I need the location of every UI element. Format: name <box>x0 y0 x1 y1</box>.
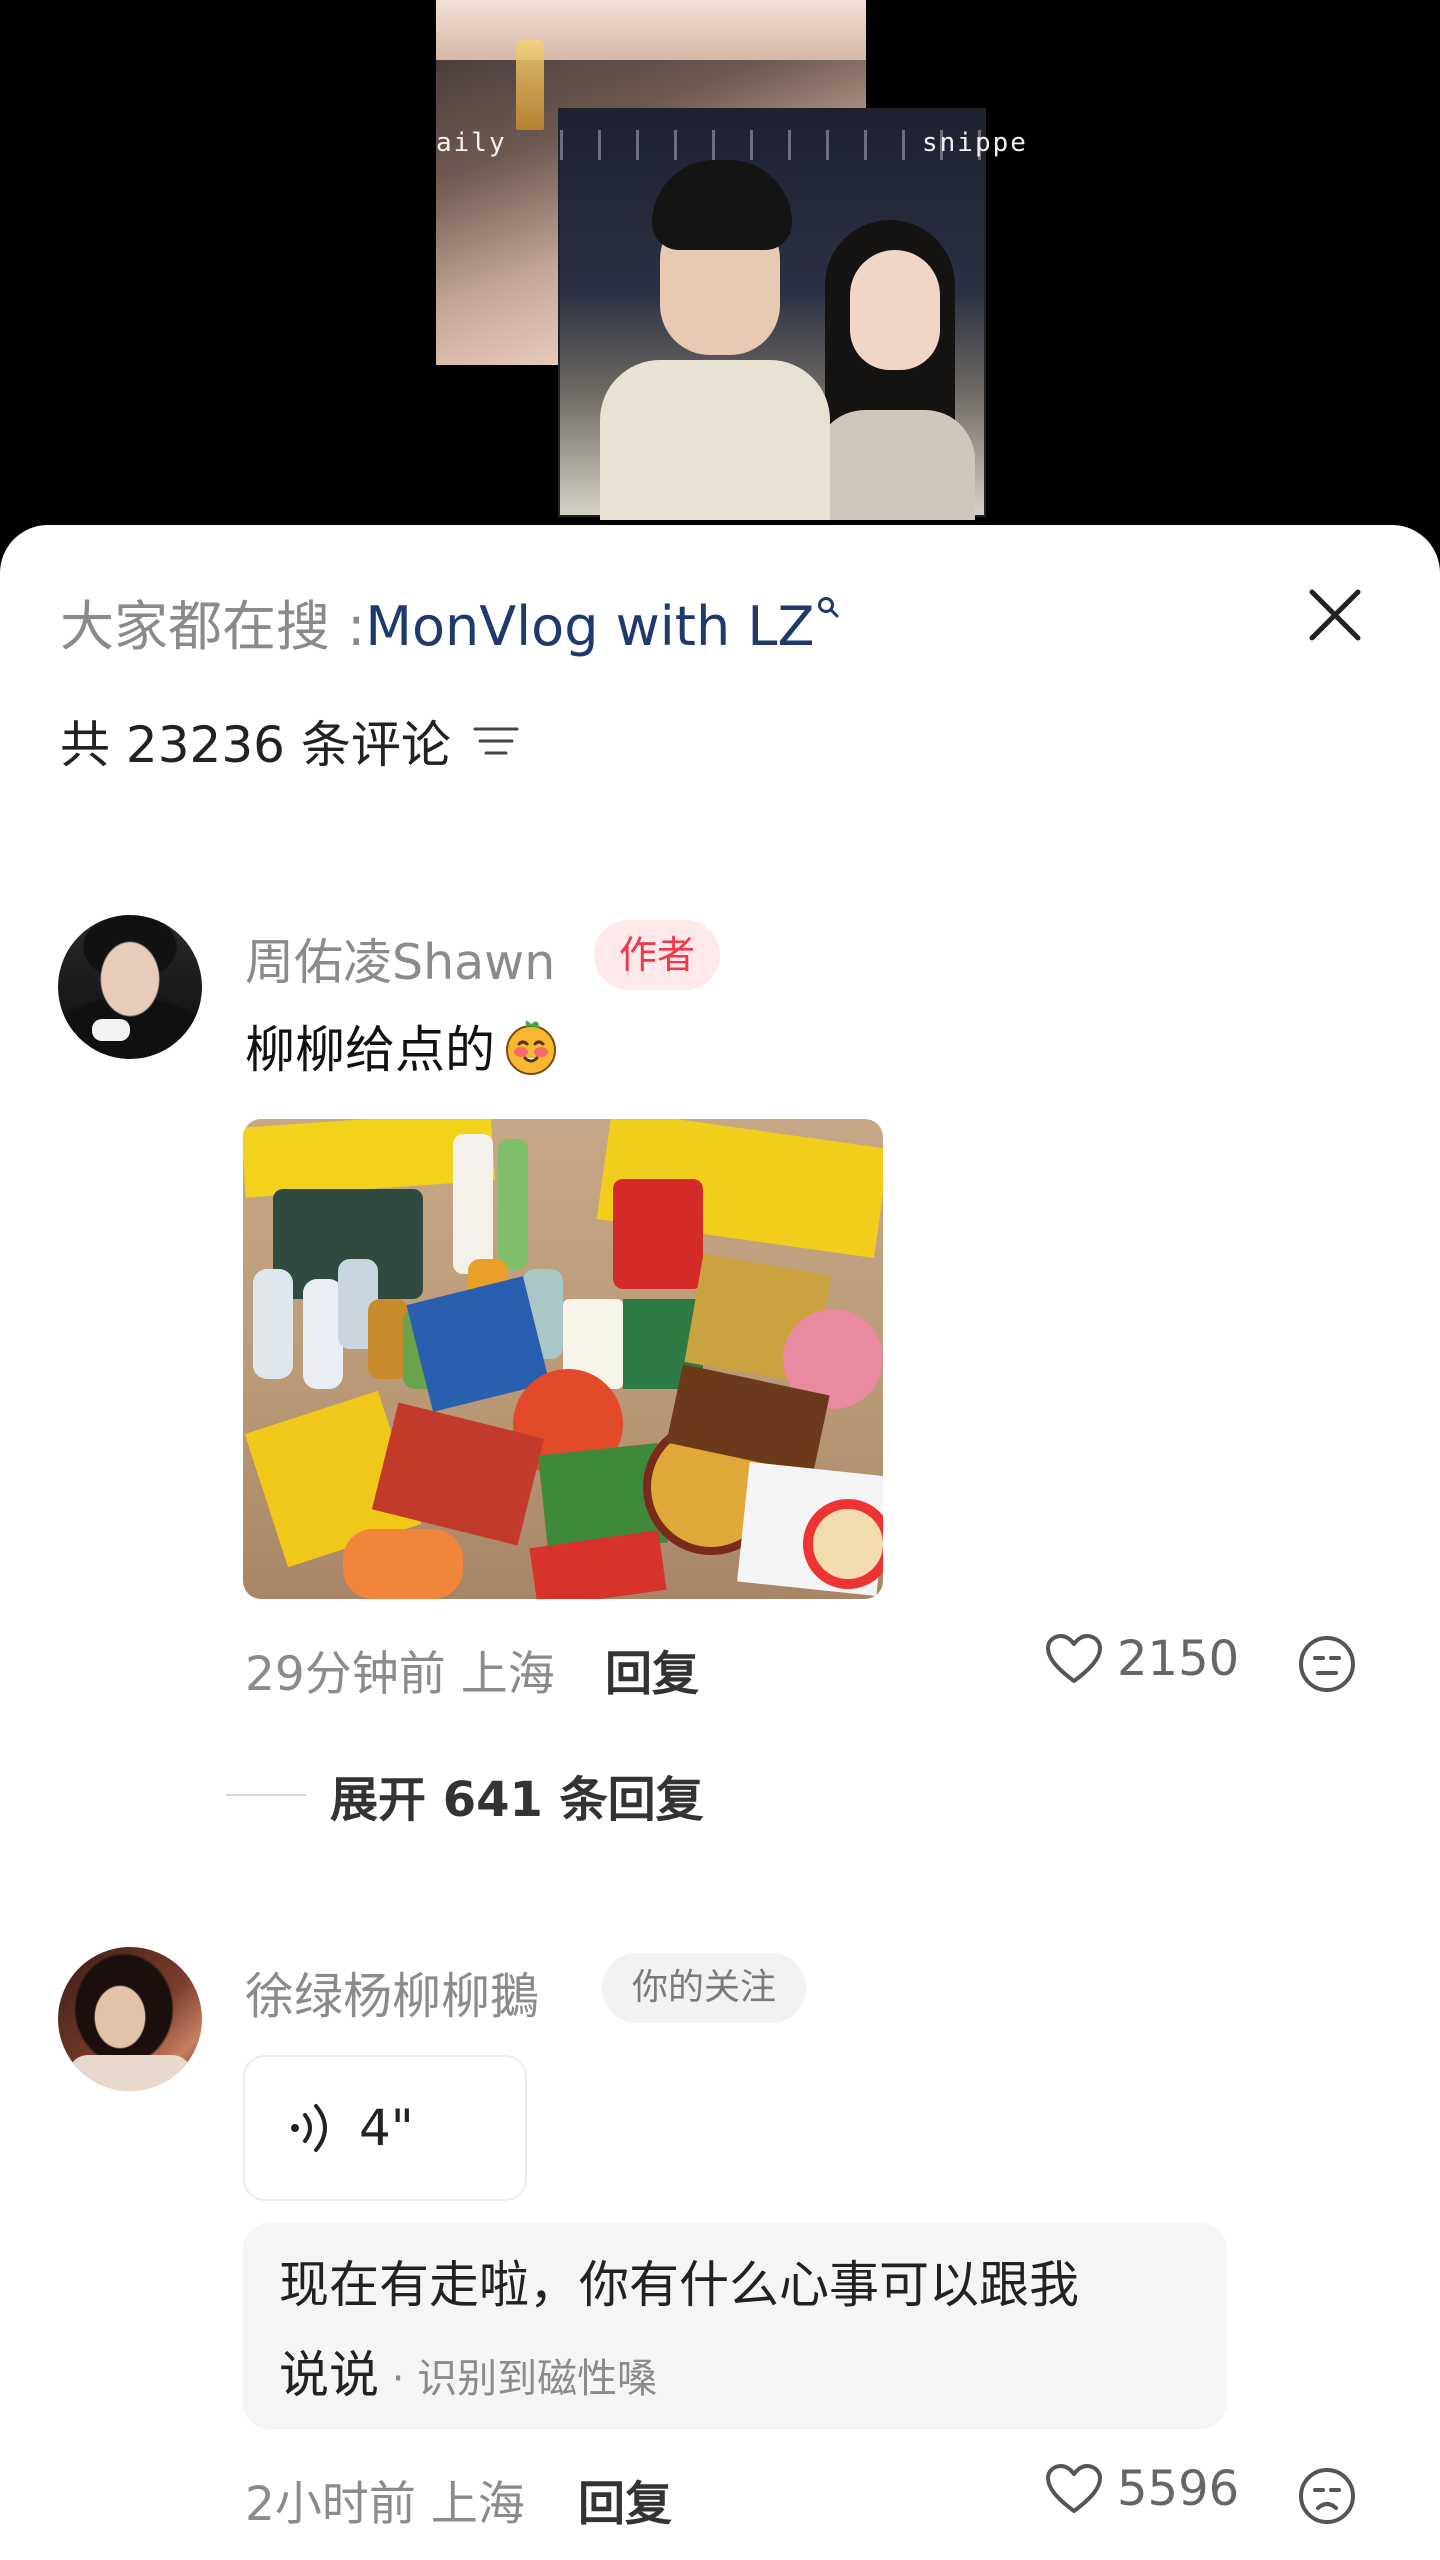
comment-location: 上海 <box>430 2477 525 2532</box>
comments-sheet: 大家都在搜 : MonVlog with LZ 共 23236 条评论 周佑凌S… <box>0 525 1440 2560</box>
voice-recognition-hint: · 识别到磁性嗓 <box>379 2356 658 2402</box>
video-player[interactable]: aily snippe <box>0 0 1440 560</box>
expand-replies-button[interactable]: 展开 641 条回复 <box>226 1760 704 1830</box>
heart-icon <box>1046 2464 1102 2513</box>
search-icon <box>816 592 840 627</box>
comment-author-name[interactable]: 周佑凌Shawn <box>245 923 555 994</box>
like-button[interactable]: 2150 <box>1045 1631 1239 1687</box>
video-frame-front <box>558 108 986 520</box>
avatar[interactable] <box>58 915 202 1059</box>
comment-meta: 2小时前 上海 <box>245 2465 525 2534</box>
sort-lines-icon[interactable] <box>473 721 519 761</box>
comment-meta: 29分钟前 上海 <box>245 1635 555 1704</box>
like-count: 5596 <box>1117 2461 1240 2517</box>
transcript-line-1: 现在有走啦，你有什么心事可以跟我 <box>279 2256 1079 2314</box>
video-caption-right: snippe <box>922 128 1028 158</box>
reply-button[interactable]: 回复 <box>578 2465 672 2534</box>
voice-transcript: 现在有走啦，你有什么心事可以跟我 说说 · 识别到磁性嗓 <box>243 2223 1227 2429</box>
transcript-line-2-text: 说说 <box>279 2346 379 2404</box>
comment-count-row: 共 23236 条评论 <box>60 705 519 777</box>
heart-icon <box>1046 1634 1102 1683</box>
transcript-line-2: 说说 · 识别到磁性嗓 <box>279 2335 657 2407</box>
close-icon[interactable] <box>1300 580 1370 650</box>
author-badge: 作者 <box>594 920 720 990</box>
reply-button[interactable]: 回复 <box>605 1635 699 1704</box>
trending-search[interactable]: 大家都在搜 : MonVlog with LZ <box>60 582 840 661</box>
sound-wave-icon <box>291 2104 327 2152</box>
voice-message-button[interactable]: 4" <box>243 2055 527 2201</box>
comment-author-name[interactable]: 徐绿杨柳柳鵝 <box>245 1957 539 2028</box>
comment-time: 29分钟前 <box>245 1647 446 1702</box>
smiling-face-emoji-icon <box>506 1020 556 1075</box>
comment-location: 上海 <box>460 1647 555 1702</box>
dislike-face-icon[interactable] <box>1296 2465 1358 2527</box>
voice-duration: 4" <box>359 2099 414 2157</box>
dislike-face-icon[interactable] <box>1296 1633 1358 1695</box>
avatar[interactable] <box>58 1947 202 2091</box>
like-button[interactable]: 5596 <box>1045 2461 1239 2517</box>
video-caption-left: aily <box>436 128 507 158</box>
comment-time: 2小时前 <box>245 2477 416 2532</box>
comment-text-content: 柳柳给点的 <box>245 1021 495 1079</box>
divider <box>226 1794 306 1796</box>
like-count: 2150 <box>1117 1631 1240 1687</box>
comment-photo-snacks[interactable] <box>243 1119 883 1599</box>
comment-count: 共 23236 条评论 <box>60 716 451 774</box>
trending-search-prefix: 大家都在搜 : <box>60 595 366 658</box>
expand-replies-label: 展开 641 条回复 <box>330 1772 704 1828</box>
following-badge: 你的关注 <box>602 1953 806 2023</box>
comment-text: 柳柳给点的 <box>245 1010 563 1082</box>
trending-search-term[interactable]: MonVlog with LZ <box>365 595 814 658</box>
